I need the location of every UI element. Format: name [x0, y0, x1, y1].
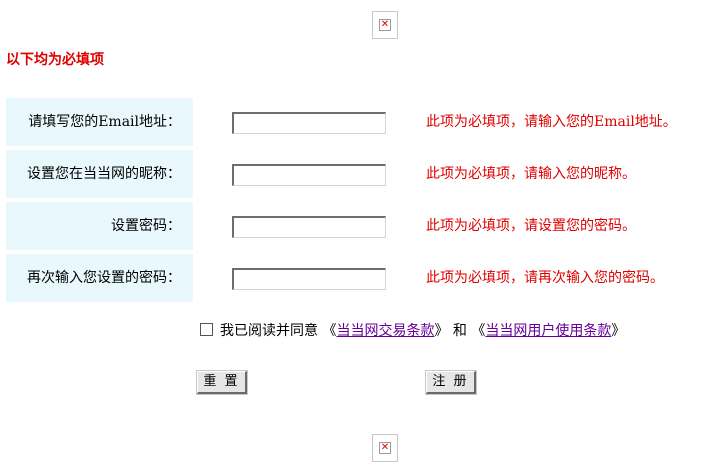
nickname-field[interactable] [232, 164, 386, 186]
open-quote-1: 《 [322, 323, 337, 339]
registration-page: ✕ 以下均为必填项 请填写您的Email地址： 此项为必填项，请输入您的Emai… [0, 0, 712, 472]
broken-image-x-icon: ✕ [379, 442, 391, 454]
agreement-row: 我已阅读并同意 《当当网交易条款》 和 《当当网用户使用条款》 [200, 320, 625, 342]
confirm-password-hint: 此项为必填项，请再次输入您的密码。 [426, 270, 664, 286]
broken-image-icon: ✕ [372, 11, 398, 39]
agreement-checkbox[interactable] [200, 323, 213, 336]
password-hint: 此项为必填项，请设置您的密码。 [426, 218, 636, 234]
agreement-prefix: 我已阅读并同意 [220, 323, 318, 339]
confirm-password-label: 再次输入您设置的密码： [6, 254, 193, 302]
broken-image-x-icon: ✕ [379, 19, 391, 31]
email-hint: 此项为必填项，请输入您的Email地址。 [426, 114, 677, 130]
open-quote-2: 《 [471, 323, 486, 339]
nickname-label: 设置您在当当网的昵称： [6, 150, 193, 198]
email-field[interactable] [232, 112, 386, 134]
trade-terms-link[interactable]: 当当网交易条款 [336, 323, 434, 339]
required-fields-heading: 以下均为必填项 [6, 52, 104, 68]
user-terms-link[interactable]: 当当网用户使用条款 [485, 323, 611, 339]
close-quote-1: 》 [434, 323, 449, 339]
close-quote-2: 》 [611, 323, 626, 339]
confirm-password-field[interactable] [232, 268, 386, 290]
agreement-conjunction: 和 [452, 323, 467, 339]
email-label: 请填写您的Email地址： [6, 98, 193, 146]
broken-image-icon: ✕ [372, 434, 398, 462]
register-button[interactable]: 注 册 [425, 370, 477, 395]
password-field[interactable] [232, 216, 386, 238]
password-label: 设置密码： [6, 202, 193, 250]
nickname-hint: 此项为必填项，请输入您的昵称。 [426, 166, 636, 182]
reset-button[interactable]: 重 置 [196, 370, 248, 395]
